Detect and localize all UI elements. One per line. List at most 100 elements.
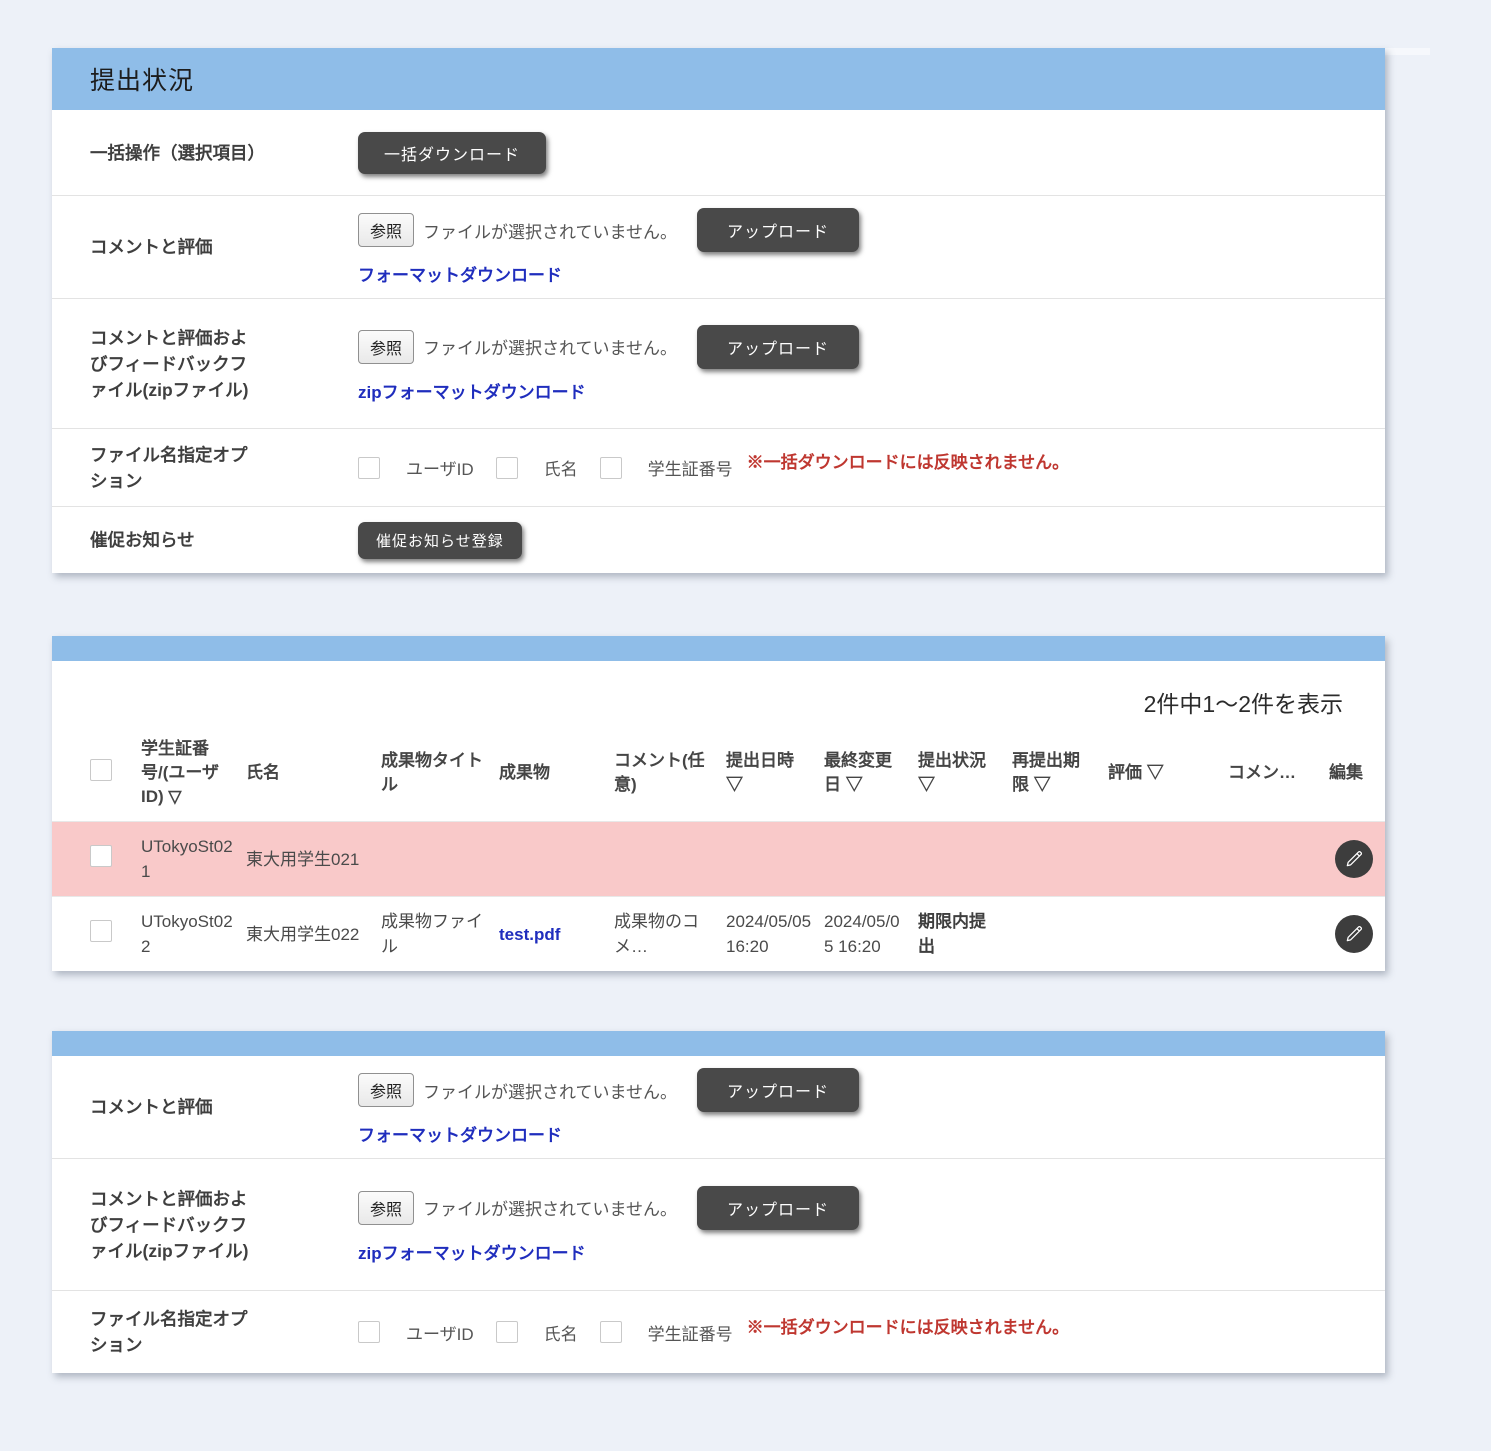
- bulk-operation-row: 一括操作（選択項目） 一括ダウンロード: [52, 110, 1385, 195]
- col-name: 氏名: [240, 725, 375, 822]
- format-download-link[interactable]: フォーマットダウンロード: [358, 1121, 562, 1146]
- filename-option-label: ファイル名指定オプション: [90, 1306, 358, 1358]
- format-download-link[interactable]: フォーマットダウンロード: [358, 261, 562, 286]
- col-resubmit-deadline[interactable]: 再提出期限 ▽: [1006, 725, 1102, 822]
- table-row: UTokyoSt022 東大用学生022 成果物ファイル test.pdf 成果…: [52, 897, 1385, 972]
- browse-button[interactable]: 参照: [358, 213, 414, 247]
- filename-option-label: ファイル名指定オプション: [90, 442, 358, 494]
- table-row: UTokyoSt021 東大用学生021: [52, 822, 1385, 897]
- panel-header: 提出状況: [52, 48, 1385, 110]
- student-id-checkbox-label: 学生証番号: [648, 1320, 733, 1345]
- row-select-cell: [52, 822, 135, 897]
- status-cell: [912, 822, 1006, 897]
- work-file-link[interactable]: test.pdf: [499, 925, 560, 944]
- user-id-checkbox[interactable]: [358, 1321, 380, 1343]
- no-file-text: ファイルが選択されていません。: [423, 334, 677, 359]
- zip-feedback-control: 参照 ファイルが選択されていません。 アップロード zipフォーマットダウンロー…: [358, 1186, 859, 1264]
- comment-grade-upload-row: コメントと評価 参照 ファイルが選択されていません。 アップロード フォーマット…: [52, 1056, 1385, 1158]
- row-checkbox[interactable]: [90, 920, 112, 942]
- zip-format-download-link[interactable]: zipフォーマットダウンロード: [358, 378, 586, 403]
- bulk-download-button[interactable]: 一括ダウンロード: [358, 132, 546, 174]
- user-id-checkbox-label: ユーザID: [406, 455, 474, 480]
- student-id-cell: UTokyoSt021: [135, 822, 240, 897]
- table-header-row: 学生証番号/(ユーザID) ▽ 氏名 成果物タイトル 成果物 コメント(任意) …: [52, 725, 1385, 822]
- submission-list-panel: 2件中1～2件を表示 学生証番号/(ユーザID) ▽ 氏名 成果物タイトル 成果…: [52, 636, 1385, 971]
- panel-topbar: [52, 1031, 1385, 1056]
- col-last-modified[interactable]: 最終変更日 ▽: [818, 725, 912, 822]
- upload-button[interactable]: アップロード: [697, 1186, 859, 1230]
- name-checkbox-label: 氏名: [544, 1320, 578, 1345]
- bulk-download-note: ※一括ダウンロードには反映されません。: [747, 1313, 1070, 1338]
- bottom-actions-panel: コメントと評価 参照 ファイルが選択されていません。 アップロード フォーマット…: [52, 1031, 1385, 1373]
- work-file-cell: test.pdf: [493, 897, 608, 972]
- select-all-checkbox[interactable]: [90, 759, 112, 781]
- name-cell: 東大用学生022: [240, 897, 375, 972]
- resubmit-deadline-cell: [1006, 897, 1102, 972]
- comment-grade-control: 参照 ファイルが選択されていません。 アップロード フォーマットダウンロード: [358, 208, 859, 286]
- reminder-register-button[interactable]: 催促お知らせ登録: [358, 522, 522, 559]
- comment-grade-label: コメントと評価: [90, 1094, 358, 1120]
- submission-status-panel: 提出状況 一括操作（選択項目） 一括ダウンロード コメントと評価 参照 ファイル…: [52, 48, 1385, 573]
- submitted-at-cell: 2024/05/05 16:20: [720, 897, 818, 972]
- col-submitted-at[interactable]: 提出日時 ▽: [720, 725, 818, 822]
- reminder-control: 催促お知らせ登録: [358, 522, 522, 559]
- student-id-checkbox-label: 学生証番号: [648, 455, 733, 480]
- col-comment2: コメン…: [1222, 725, 1323, 822]
- comment-grade-label: コメントと評価: [90, 234, 358, 260]
- student-id-checkbox[interactable]: [600, 1321, 622, 1343]
- zip-feedback-label: コメントと評価およびフィードバックファイル(zipファイル): [90, 325, 358, 403]
- edit-button[interactable]: [1335, 915, 1373, 953]
- submission-table: 学生証番号/(ユーザID) ▽ 氏名 成果物タイトル 成果物 コメント(任意) …: [52, 725, 1385, 971]
- work-title-cell: [375, 822, 493, 897]
- submitted-at-cell: [720, 822, 818, 897]
- row-checkbox[interactable]: [90, 845, 112, 867]
- no-file-text: ファイルが選択されていません。: [423, 1195, 677, 1220]
- reminder-label: 催促お知らせ: [90, 527, 358, 553]
- name-checkbox[interactable]: [496, 457, 518, 479]
- name-checkbox[interactable]: [496, 1321, 518, 1343]
- zip-feedback-upload-row: コメントと評価およびフィードバックファイル(zipファイル) 参照 ファイルが選…: [52, 1158, 1385, 1290]
- browse-button[interactable]: 参照: [358, 1073, 414, 1107]
- zip-feedback-label: コメントと評価およびフィードバックファイル(zipファイル): [90, 1186, 358, 1264]
- panel-topbar: [52, 636, 1385, 661]
- pencil-icon: [1344, 924, 1364, 944]
- student-id-cell: UTokyoSt022: [135, 897, 240, 972]
- name-cell: 東大用学生021: [240, 822, 375, 897]
- result-count: 2件中1～2件を表示: [52, 661, 1385, 725]
- col-grade[interactable]: 評価 ▽: [1102, 725, 1222, 822]
- pencil-icon: [1344, 849, 1364, 869]
- panel-title: 提出状況: [90, 61, 194, 97]
- zip-format-download-link[interactable]: zipフォーマットダウンロード: [358, 1239, 586, 1264]
- row-select-cell: [52, 897, 135, 972]
- upload-button[interactable]: アップロード: [697, 1068, 859, 1112]
- bulk-operation-label: 一括操作（選択項目）: [90, 140, 358, 166]
- comment2-cell: [1222, 897, 1323, 972]
- comment-grade-upload-row: コメントと評価 参照 ファイルが選択されていません。 アップロード フォーマット…: [52, 195, 1385, 298]
- browse-button[interactable]: 参照: [358, 330, 414, 364]
- grade-cell: [1102, 897, 1222, 972]
- upload-button[interactable]: アップロード: [697, 208, 859, 252]
- comment2-cell: [1222, 822, 1323, 897]
- last-modified-cell: [818, 822, 912, 897]
- bulk-download-note: ※一括ダウンロードには反映されません。: [747, 448, 1070, 473]
- user-id-checkbox[interactable]: [358, 457, 380, 479]
- name-checkbox-label: 氏名: [544, 455, 578, 480]
- edit-button[interactable]: [1335, 840, 1373, 878]
- last-modified-cell: 2024/05/05 16:20: [818, 897, 912, 972]
- grade-cell: [1102, 822, 1222, 897]
- user-id-checkbox-label: ユーザID: [406, 1320, 474, 1345]
- student-id-checkbox[interactable]: [600, 457, 622, 479]
- upload-button[interactable]: アップロード: [697, 325, 859, 369]
- col-student-id[interactable]: 学生証番号/(ユーザID) ▽: [135, 725, 240, 822]
- select-all-cell: [52, 725, 135, 822]
- zip-feedback-control: 参照 ファイルが選択されていません。 アップロード zipフォーマットダウンロー…: [358, 325, 859, 403]
- col-work-file: 成果物: [493, 725, 608, 822]
- browse-button[interactable]: 参照: [358, 1191, 414, 1225]
- no-file-text: ファイルが選択されていません。: [423, 1078, 677, 1103]
- work-title-cell: 成果物ファイル: [375, 897, 493, 972]
- reminder-row: 催促お知らせ 催促お知らせ登録: [52, 506, 1385, 573]
- col-edit: 編集: [1323, 725, 1385, 822]
- col-status[interactable]: 提出状況 ▽: [912, 725, 1006, 822]
- zip-feedback-upload-row: コメントと評価およびフィードバックファイル(zipファイル) 参照 ファイルが選…: [52, 298, 1385, 428]
- filename-option-control: ユーザID 氏名 学生証番号 ※一括ダウンロードには反映されません。: [358, 1320, 1069, 1345]
